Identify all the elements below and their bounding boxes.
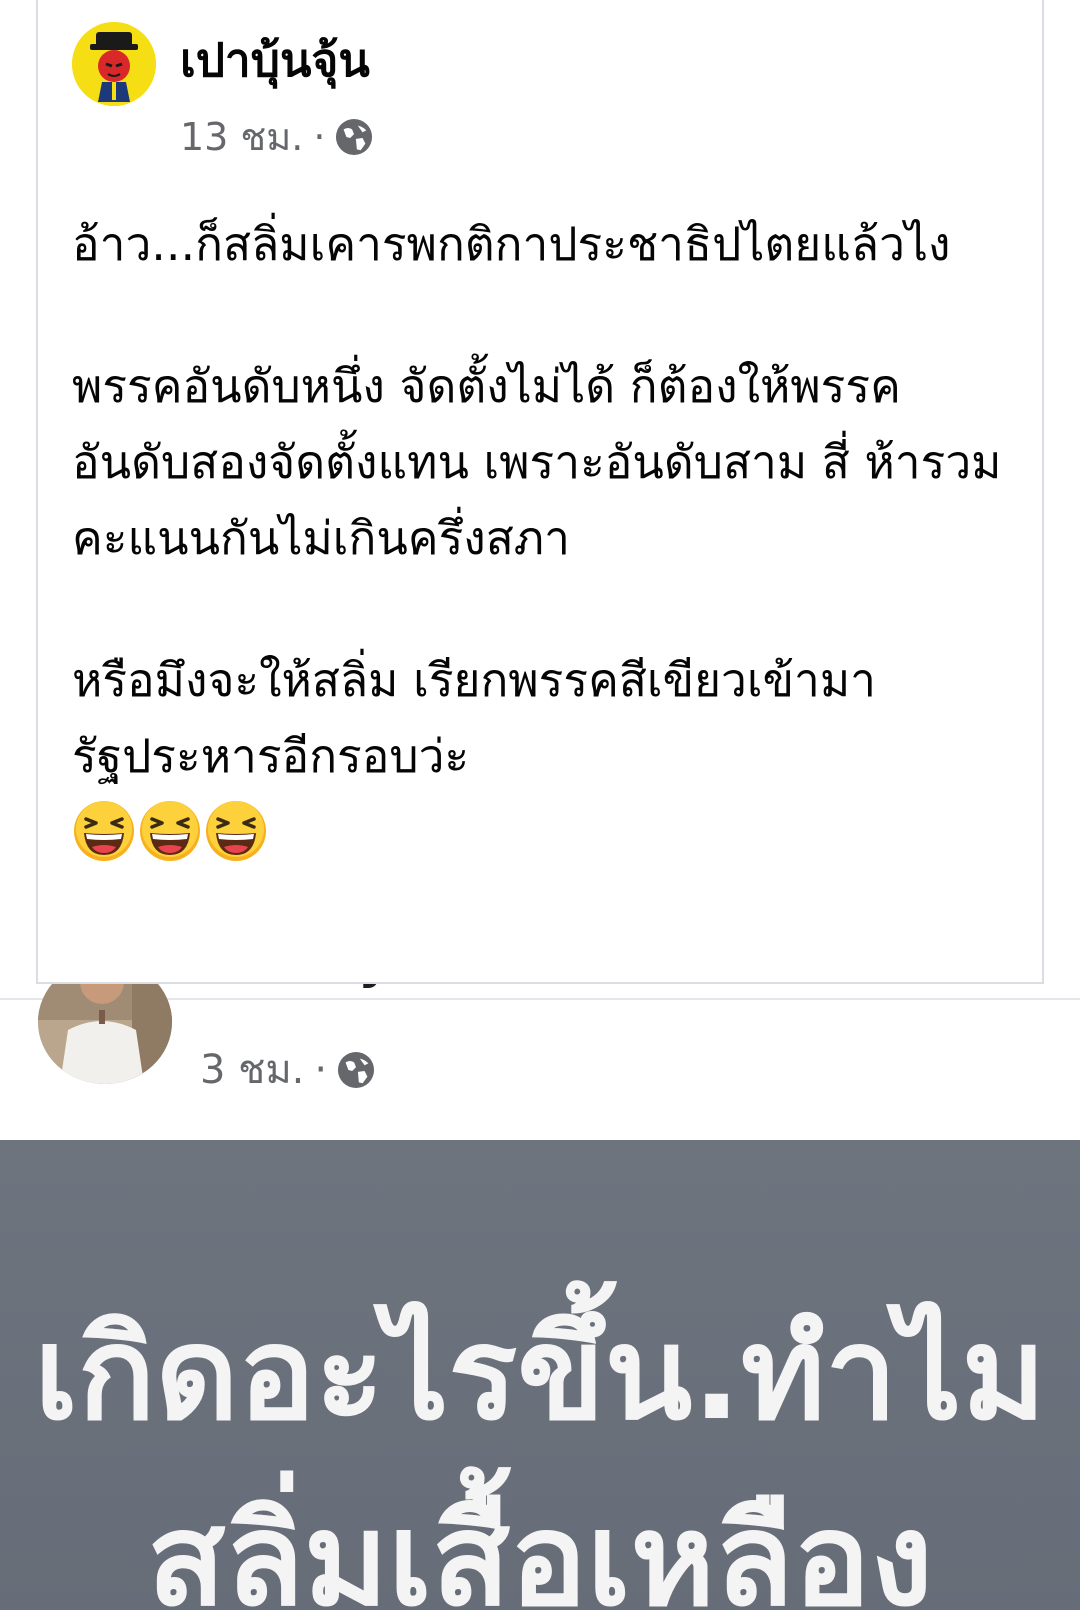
post-paragraph: อ้าว...ก็สลิ่มเคารพกติกาประชาธิปไตยแล้วไ… <box>72 217 951 271</box>
post-meta: 3 ชม. · <box>200 1044 375 1096</box>
author-name[interactable]: เปาบุ้นจุ้น <box>180 30 370 90</box>
avatar[interactable] <box>72 22 156 106</box>
screen: Franky Thomas 3 ชม. · เกิดอะไรขึ้น.ทำไม … <box>0 0 1080 1610</box>
meta-separator: · <box>314 1047 328 1093</box>
image-text-line: สลิ่มเสื้อเหลือง <box>147 1486 933 1610</box>
post-paragraph: พรรคอันดับหนึ่ง จัดตั้งไม่ได้ ก็ต้องให้พ… <box>72 359 1002 565</box>
grinning-squinting-face-icon <box>74 801 134 861</box>
cartoon-judge-avatar-icon <box>72 22 156 106</box>
image-text-line: เกิดอะไรขึ้น.ทำไม <box>34 1300 1046 1449</box>
globe-icon[interactable] <box>335 118 373 156</box>
post-card: เปาบุ้นจุ้น 13 ชม. · อ้าว...ก็สลิ่มเคารพ… <box>36 0 1044 984</box>
post-time[interactable]: 3 ชม. <box>200 1044 304 1096</box>
grinning-squinting-face-icon <box>206 801 266 861</box>
post-header: เปาบุ้นจุ้น 13 ชม. · <box>72 22 872 162</box>
grinning-squinting-face-icon <box>140 801 200 861</box>
post-time[interactable]: 13 ชม. <box>180 112 303 162</box>
post-meta: 13 ชม. · <box>180 112 373 162</box>
post-paragraph: หรือมึงจะให้สลิ่ม เรียกพรรคสีเขียวเข้ามา… <box>72 653 877 783</box>
post-text: อ้าว...ก็สลิ่มเคารพกติกาประชาธิปไตยแล้วไ… <box>72 206 1012 866</box>
globe-icon[interactable] <box>337 1051 375 1089</box>
emoji-row <box>72 796 1012 866</box>
meta-separator: · <box>313 115 326 159</box>
post-image[interactable]: เกิดอะไรขึ้น.ทำไม สลิ่มเสื้อเหลือง <box>0 1140 1080 1610</box>
